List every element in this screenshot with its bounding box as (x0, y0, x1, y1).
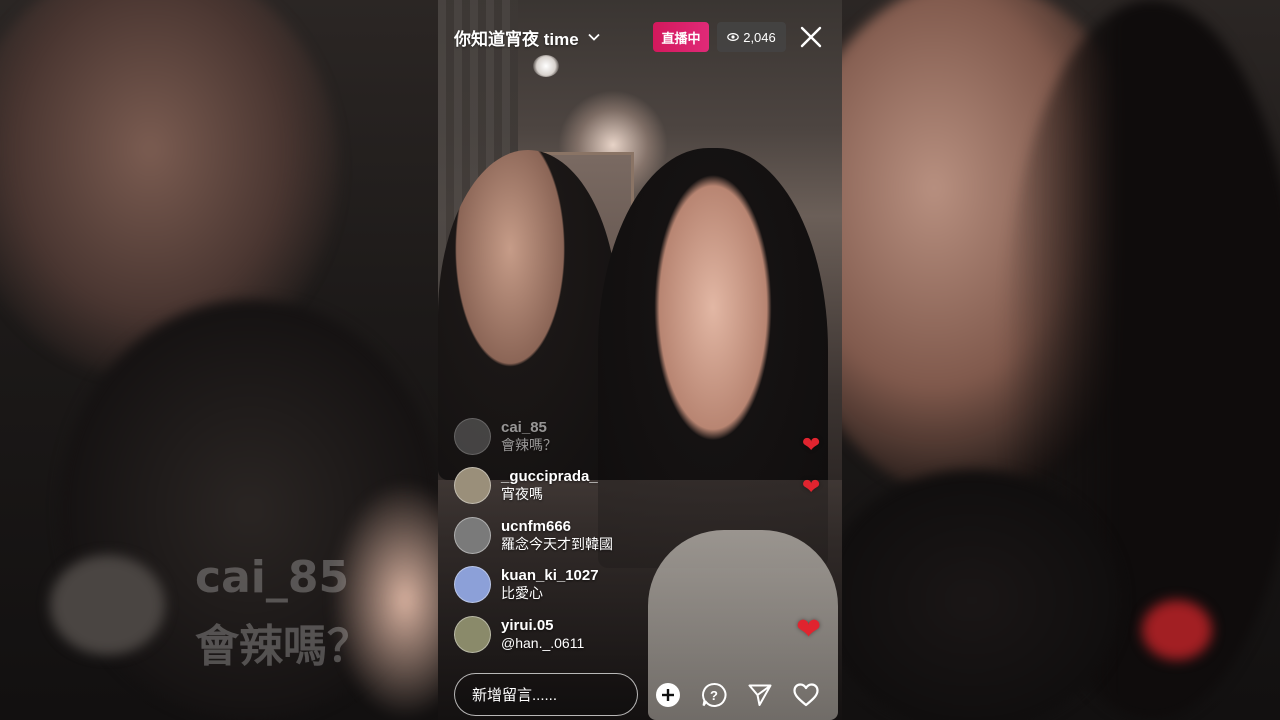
stream-title-dropdown[interactable]: 你知道宵夜 time (454, 24, 601, 50)
live-badge: 直播中 (653, 22, 709, 52)
avatar[interactable] (454, 516, 491, 554)
svg-text:?: ? (710, 688, 718, 703)
blurred-background-right (842, 0, 1280, 720)
chevron-down-icon (588, 33, 600, 41)
avatar[interactable] (454, 417, 491, 455)
comment-message: 宵夜嗎 (501, 486, 543, 503)
comment-item: yirui.05 @han._.0611 (454, 615, 694, 653)
comment-item: cai_85 會辣嗎？ (454, 417, 694, 455)
question-button[interactable]: ? (699, 680, 729, 710)
floating-heart-cluster-icon: ❤ (796, 613, 822, 646)
share-button[interactable] (745, 680, 775, 710)
close-button[interactable] (796, 22, 826, 52)
heart-icon (793, 683, 819, 707)
comment-username[interactable]: yirui.05 (501, 617, 584, 635)
floating-heart-icon: ❤ (802, 474, 821, 499)
blurred-background-left: cai_85 會辣嗎？ (0, 0, 438, 720)
eye-icon (727, 32, 740, 42)
comment-input-placeholder: 新增留言...... (472, 687, 558, 704)
comment-message: 羅念今天才到韓國 (501, 535, 613, 552)
plus-circle-icon (656, 683, 680, 707)
avatar[interactable] (454, 467, 491, 504)
comment-username[interactable]: ucnfm666 (501, 518, 613, 536)
comment-list: cai_85 會辣嗎？ _gucciprada_ 宵夜嗎 ucnfm666 羅念… (454, 417, 694, 666)
comment-item: _gucciprada_ 宵夜嗎 (454, 467, 694, 504)
like-button[interactable] (791, 680, 821, 710)
comment-input[interactable]: 新增留言...... (454, 673, 638, 716)
ghost-username: cai_85 (195, 552, 350, 603)
question-bubble-icon: ? (702, 682, 727, 707)
ghost-message: 會辣嗎？ (195, 621, 371, 672)
avatar[interactable] (454, 566, 491, 603)
comment-message: 會辣嗎？ (501, 436, 557, 453)
floating-heart-icon: ❤ (802, 432, 821, 457)
comment-username[interactable]: kuan_ki_1027 (501, 567, 599, 585)
viewer-count-badge[interactable]: 2,046 (717, 22, 786, 52)
send-icon (748, 684, 772, 706)
avatar[interactable] (454, 615, 491, 653)
stream-title: 你知道宵夜 time (454, 29, 579, 49)
add-button[interactable] (653, 680, 683, 710)
comment-username[interactable]: cai_85 (501, 419, 557, 437)
comment-item: kuan_ki_1027 比愛心 (454, 566, 694, 603)
close-icon (800, 26, 822, 48)
comment-message: @han._.0611 (501, 634, 585, 651)
comment-message: 比愛心 (501, 585, 543, 602)
comment-username[interactable]: _gucciprada_ (501, 468, 598, 486)
viewer-count: 2,046 (743, 29, 776, 45)
comment-item: ucnfm666 羅念今天才到韓國 (454, 516, 694, 554)
